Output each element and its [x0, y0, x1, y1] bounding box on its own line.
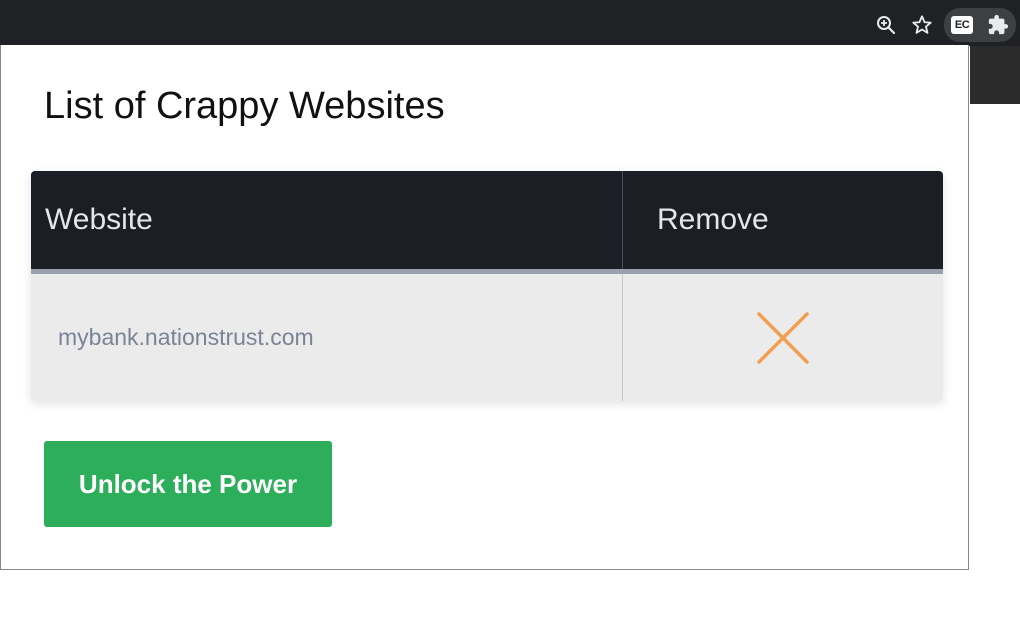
zoom-in-icon[interactable]	[868, 8, 904, 42]
website-cell: mybank.nationstrust.com	[31, 274, 623, 401]
page-background-strip	[970, 46, 1020, 104]
remove-site-button[interactable]	[623, 274, 943, 401]
column-header-remove: Remove	[657, 203, 769, 236]
extension-ec-icon[interactable]: EC	[944, 8, 980, 42]
table-header: Website Remove	[31, 171, 943, 274]
column-header-website: Website	[31, 171, 623, 269]
bookmark-star-icon[interactable]	[904, 8, 940, 42]
popup-title: List of Crappy Websites	[44, 85, 445, 127]
extension-badge: EC	[951, 16, 973, 34]
unlock-the-power-button[interactable]: Unlock the Power	[44, 441, 332, 527]
close-x-icon	[755, 310, 811, 366]
extension-popup: List of Crappy Websites Website Remove m…	[0, 45, 969, 570]
browser-toolbar: EC	[0, 0, 1020, 46]
extensions-puzzle-icon[interactable]	[980, 8, 1016, 42]
websites-table: Website Remove mybank.nationstrust.com	[31, 171, 943, 401]
toolbar-icons: EC	[868, 8, 1020, 42]
table-row: mybank.nationstrust.com	[31, 274, 943, 401]
